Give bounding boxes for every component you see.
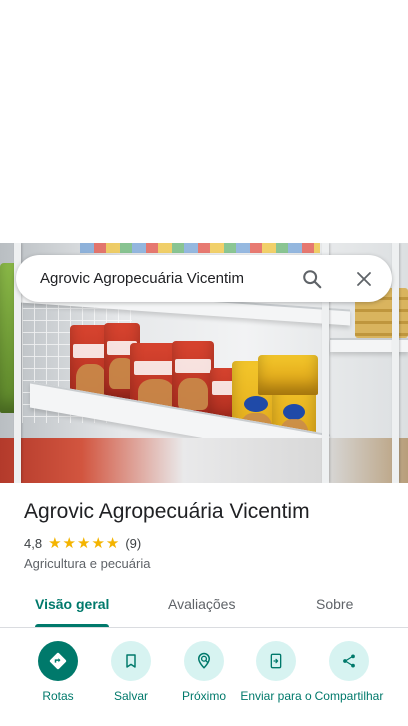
close-icon[interactable] (342, 257, 386, 301)
place-category: Agricultura e pecuária (24, 556, 151, 571)
action-bar: Rotas Salvar Próximo Enviar para o Compa… (0, 641, 408, 726)
nearby-icon (184, 641, 224, 681)
bookmark-icon (111, 641, 151, 681)
nearby-label: Próximo (181, 689, 226, 703)
photo-floor-products (0, 438, 408, 483)
star-icon: ★ (91, 535, 105, 552)
share-button[interactable]: Compartilhar (309, 641, 389, 703)
rating-stars: ★ ★ ★ ★ ★ (48, 536, 119, 551)
star-icon: ★ (76, 535, 91, 552)
share-label: Compartilhar (314, 689, 384, 703)
save-label: Salvar (113, 689, 148, 703)
search-input[interactable]: Agrovic Agropecuária Vicentim (40, 270, 290, 287)
directions-label: Rotas (42, 689, 74, 703)
save-button[interactable]: Salvar (91, 641, 171, 703)
send-to-phone-label: Enviar para o (240, 689, 312, 703)
place-title: Agrovic Agropecuária Vicentim (24, 500, 310, 523)
review-count: (9) (125, 536, 142, 551)
star-icon: ★ (48, 535, 62, 552)
tab-overview[interactable]: Visão geral (35, 596, 109, 612)
active-tab-indicator (35, 624, 109, 627)
tab-bar: Visão geral Avaliações Sobre (0, 590, 408, 628)
send-to-phone-button[interactable]: Enviar para o (236, 641, 316, 703)
star-icon: ★ (105, 535, 120, 552)
photo-product-bag (258, 355, 318, 395)
star-icon: ★ (62, 535, 76, 552)
rating-value: 4,8 (24, 536, 43, 551)
directions-button[interactable]: Rotas (18, 641, 98, 703)
photo-shelf-post (392, 243, 399, 483)
share-icon (329, 641, 369, 681)
photo-top-products (80, 243, 320, 253)
rating-row[interactable]: 4,8 ★ ★ ★ ★ ★ (9) (24, 536, 141, 551)
tab-about[interactable]: Sobre (316, 596, 353, 612)
send-to-phone-icon (256, 641, 296, 681)
nearby-button[interactable]: Próximo (164, 641, 244, 703)
search-bar[interactable]: Agrovic Agropecuária Vicentim (16, 255, 392, 302)
directions-icon (38, 641, 78, 681)
tab-reviews[interactable]: Avaliações (168, 596, 235, 612)
search-icon[interactable] (290, 257, 334, 301)
